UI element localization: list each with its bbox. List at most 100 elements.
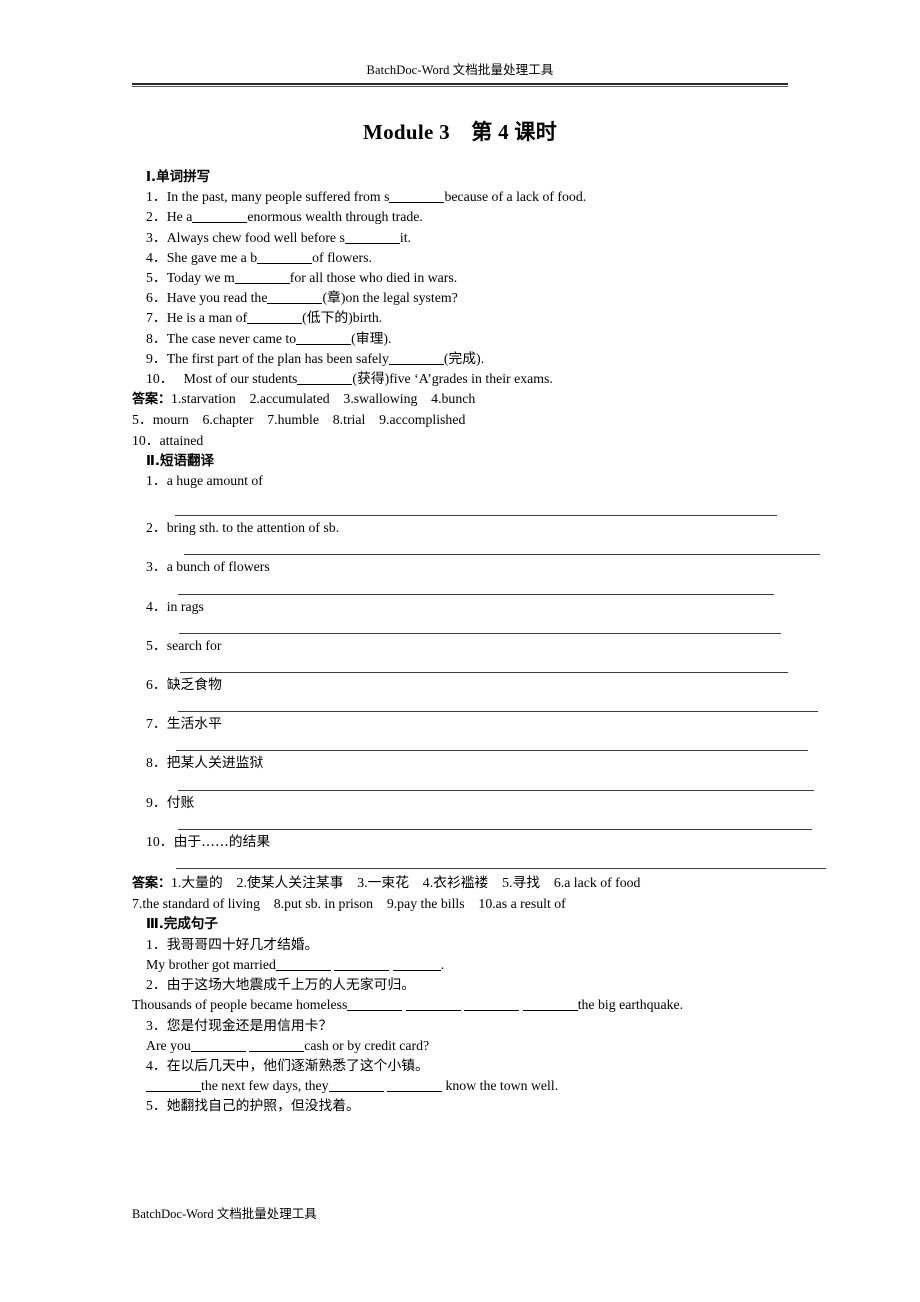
answer-text: 1.大量的 2.使某人关注某事 3.一束花 4.衣衫褴褛 5.寻找 6.a la… [171,875,641,891]
translation-item: 1．a huge amount of [146,471,788,491]
sentence-item-cn: 4．在以后几天中，他们逐渐熟悉了这个小镇。 [146,1056,788,1076]
translation-item: 9．付账 [146,793,788,813]
item-text-pre: The case never came to [166,330,297,346]
item-text-pre: Today we m [166,270,235,286]
answer-rule[interactable] [178,789,814,791]
exercise-item: 9．The first part of the plan has been sa… [146,349,788,369]
translation-item: 3．a bunch of flowers [146,557,788,577]
fill-blank[interactable] [392,957,441,971]
translation-item: 8．把某人关进监狱 [146,753,788,773]
fill-blank[interactable] [334,957,390,971]
answer-rule[interactable] [176,868,826,870]
item-text-pre: Are you [146,1037,191,1053]
fill-blank[interactable] [267,290,323,305]
item-number: 2． [146,977,167,993]
exercise-item: 1．In the past, many people suffered from… [146,187,788,207]
section-heading: Ⅱ.短语翻译 [146,452,215,469]
item-number: 2． [146,520,167,536]
item-number: 5． [146,270,167,286]
fill-blank[interactable] [347,997,403,1012]
item-text-pre: Have you read the [166,290,268,306]
answer-label: 答案： [132,392,172,408]
answer-rule[interactable] [176,750,808,752]
exercise-item: 8．The case never came to (审理). [146,329,788,349]
section-word-spelling: Ⅰ.单词拼写 1．In the past, many people suffer… [132,167,788,451]
item-text-pre: In the past, many people suffered from s [166,189,390,205]
answer-rule[interactable] [175,515,777,517]
fill-blank[interactable] [257,250,313,264]
item-number: 2． [146,209,167,225]
answer-rule[interactable] [184,554,820,556]
sentence-item-cn: 3．您是付现金还是用信用卡？ [146,1016,788,1036]
section-heading: Ⅰ.单词拼写 [146,169,211,185]
item-text-pre: Thousands of people became homeless [132,997,348,1013]
item-number: 10． [146,371,174,387]
item-text-pre: He a [166,209,193,225]
fill-blank[interactable] [234,270,290,285]
item-text-post: it. [399,229,411,245]
page-content: BatchDoc-Word 文档批量处理工具 Module 3 第 4 课时 Ⅰ… [132,0,826,1117]
item-text-cn: 在以后几天中，他们逐渐熟悉了这个小镇。 [166,1057,429,1074]
item-number: 4． [146,1057,167,1073]
item-text-post: (获得)five ‘A’grades in their exams. [352,371,553,387]
item-number: 1． [146,936,167,952]
item-text: a huge amount of [166,473,263,489]
header-divider [132,83,788,87]
answer-rule[interactable] [178,828,812,830]
answer-rule[interactable] [180,672,788,674]
fill-blank[interactable] [388,351,444,365]
item-text-post: for all those who died in wars. [289,270,458,286]
fill-blank[interactable] [146,1078,201,1093]
item-text: 由于……的结果 [173,833,271,850]
exercise-item: 10． Most of our students (获得)five ‘A’grade… [146,369,788,389]
fill-blank[interactable] [192,209,248,224]
answer-key-line: 答案：1.starvation 2.accumulated 3.swallowi… [132,389,788,410]
item-text-cn: 由于这场大地震成千上万的人无家可归。 [166,977,416,994]
item-number: 10． [146,833,174,849]
item-number: 9． [146,350,167,366]
item-text-post: because of a lack of food. [444,189,587,205]
item-text-pre: He is a man of [166,310,248,326]
fill-blank[interactable] [464,997,520,1012]
fill-blank[interactable] [328,1078,384,1093]
answer-rule[interactable] [179,632,781,634]
item-text-cn: 我哥哥四十好几才结婚。 [166,936,319,953]
exercise-item: 6．Have you read the (章)on the legal syste… [146,288,788,308]
item-number: 1． [146,189,167,205]
answer-key-line: 答案：1.大量的 2.使某人关注某事 3.一束花 4.衣衫褴褛 5.寻找 6.a… [132,873,788,894]
answer-key-line: 5．mourn 6.chapter 7.humble 8.trial 9.acc… [132,412,466,428]
item-text: search for [166,637,222,653]
fill-blank[interactable] [275,957,331,971]
sentence-item-cn: 5．她翻找自己的护照，但没找着。 [146,1096,788,1116]
answer-rule[interactable] [178,593,774,595]
item-number: 8． [146,755,167,771]
fill-blank[interactable] [190,1038,246,1052]
item-text-pre: Always chew food well before s [166,229,345,245]
fill-blank[interactable] [389,189,445,204]
fill-blank[interactable] [344,230,400,244]
translation-item: 6．缺乏食物 [146,675,788,695]
item-number: 6． [146,290,167,306]
fill-blank[interactable] [247,310,303,325]
item-number: 8． [146,330,167,346]
fill-blank[interactable] [387,1078,443,1093]
translation-item: 2．bring sth. to the attention of sb. [146,518,788,538]
sentence-item-en: the next few days, they know the town we… [146,1076,788,1096]
item-text-mid: the next few days, they [201,1078,329,1094]
answer-rule[interactable] [178,711,818,713]
item-text: bring sth. to the attention of sb. [166,520,340,536]
translation-item: 5．search for [146,636,788,656]
sentence-item-cn: 1．我哥哥四十好几才结婚。 [146,935,788,955]
item-number: 5． [146,637,167,653]
fill-blank[interactable] [297,371,353,386]
item-text: in rags [166,598,204,614]
fill-blank[interactable] [405,997,461,1012]
item-number: 7． [146,310,167,326]
answer-label: 答案： [132,876,172,892]
item-text-post: the big earthquake. [577,997,684,1013]
item-number: 4． [146,249,167,265]
item-number: 5． [146,1098,167,1114]
fill-blank[interactable] [296,331,352,345]
fill-blank[interactable] [522,997,578,1012]
fill-blank[interactable] [249,1038,305,1052]
